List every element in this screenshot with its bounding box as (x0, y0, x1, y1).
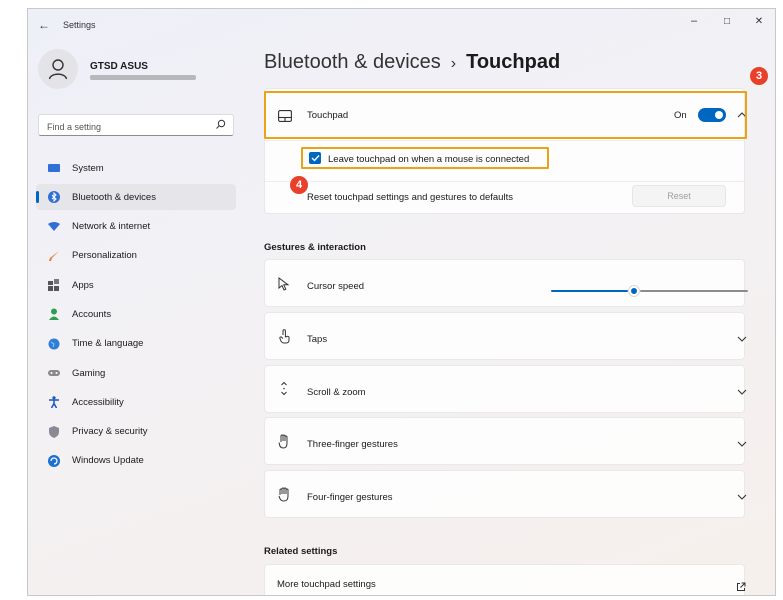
search-icon (216, 119, 226, 129)
cursor-speed-label: Cursor speed (307, 281, 365, 292)
slider-fill (551, 290, 628, 292)
accessibility-icon (48, 396, 60, 409)
reset-description: Reset touchpad settings and gestures to … (307, 192, 513, 203)
breadcrumb-parent-link[interactable]: Bluetooth & devices (264, 51, 441, 73)
chevron-down-icon[interactable] (737, 441, 747, 448)
step-marker-4: 4 (290, 176, 308, 194)
sidebar-item-privacy-security[interactable]: Privacy & security (36, 419, 236, 445)
sidebar-item-label: System (72, 162, 104, 174)
taps-label: Taps (307, 334, 328, 345)
scroll-icon (281, 381, 287, 396)
chevron-down-icon[interactable] (737, 494, 747, 501)
sidebar-item-accessibility[interactable]: Accessibility (36, 389, 236, 415)
globe-icon (48, 338, 60, 350)
slider-thumb[interactable] (628, 285, 640, 297)
sidebar-item-gaming[interactable]: Gaming (36, 360, 236, 386)
sidebar-item-windows-update[interactable]: Windows Update (36, 448, 236, 474)
apps-icon (48, 279, 60, 292)
divider (265, 140, 744, 141)
chevron-down-icon[interactable] (737, 389, 747, 396)
shield-icon (48, 425, 60, 438)
sidebar-item-network[interactable]: Network & internet (36, 214, 236, 240)
chevron-down-icon[interactable] (737, 336, 747, 343)
minimize-button[interactable]: – (684, 15, 704, 27)
open-external-icon[interactable] (736, 582, 746, 592)
settings-window: ← Settings – □ ✕ GTSD ASUS System Blueto… (27, 8, 776, 596)
maximize-button[interactable]: □ (717, 16, 737, 27)
sidebar-item-label: Privacy & security (72, 426, 148, 438)
sidebar-item-apps[interactable]: Apps (36, 272, 236, 298)
scroll-zoom-label: Scroll & zoom (307, 387, 366, 398)
cursor-icon (278, 277, 290, 291)
bluetooth-icon (48, 191, 60, 204)
taps-card[interactable] (264, 312, 745, 360)
step-marker-3: 3 (750, 67, 768, 85)
slider-track (640, 290, 748, 292)
tap-icon (279, 329, 290, 344)
sidebar-item-time-language[interactable]: Time & language (36, 331, 236, 357)
cursor-speed-slider[interactable] (551, 284, 748, 298)
sidebar-item-label: Gaming (72, 367, 106, 379)
sidebar-item-system[interactable]: System (36, 155, 236, 181)
sidebar-item-label: Personalization (72, 250, 137, 262)
person-icon (48, 308, 60, 321)
person-outline-icon (48, 59, 68, 80)
related-settings-title: Related settings (264, 546, 338, 557)
search-input[interactable] (45, 118, 209, 135)
three-finger-icon (278, 434, 288, 449)
avatar[interactable] (38, 49, 78, 89)
sidebar-item-label: Windows Update (72, 455, 144, 467)
back-arrow-icon[interactable]: ← (38, 18, 50, 32)
app-title: Settings (63, 20, 96, 30)
gamepad-icon (48, 367, 60, 379)
reset-button[interactable]: Reset (632, 185, 726, 207)
profile-email-redacted (90, 75, 196, 80)
sidebar-item-label: Time & language (72, 338, 144, 350)
brush-icon (48, 250, 60, 262)
search-box[interactable] (38, 114, 234, 136)
sidebar-item-label: Accessibility (72, 396, 124, 408)
title-bar: ← Settings – □ ✕ (28, 9, 775, 41)
system-icon (48, 162, 60, 174)
profile-name: GTSD ASUS (90, 61, 148, 72)
page-title: Touchpad (466, 51, 561, 73)
update-icon (48, 454, 60, 467)
sidebar-item-bluetooth[interactable]: Bluetooth & devices (36, 184, 236, 211)
breadcrumb: Bluetooth & devices › Touchpad (264, 51, 560, 74)
gestures-section-title: Gestures & interaction (264, 242, 366, 253)
breadcrumb-separator: › (450, 55, 457, 72)
three-finger-label: Three-finger gestures (307, 439, 398, 450)
sidebar-item-accounts[interactable]: Accounts (36, 301, 236, 327)
sidebar-item-label: Accounts (72, 308, 112, 320)
close-button[interactable]: ✕ (749, 16, 769, 27)
sidebar-item-label: Network & internet (72, 221, 151, 233)
four-finger-icon (278, 487, 289, 502)
divider (265, 181, 744, 182)
highlight-box-checkbox (301, 147, 549, 169)
sidebar-item-label: Bluetooth & devices (72, 191, 156, 203)
more-touchpad-settings-link[interactable]: More touchpad settings (277, 579, 376, 590)
highlight-box-touchpad (264, 91, 747, 139)
sidebar-item-personalization[interactable]: Personalization (36, 243, 236, 269)
wifi-icon (48, 221, 60, 233)
sidebar-nav: System Bluetooth & devices Network & int… (36, 155, 236, 477)
four-finger-label: Four-finger gestures (307, 492, 393, 503)
sidebar-item-label: Apps (72, 279, 94, 291)
